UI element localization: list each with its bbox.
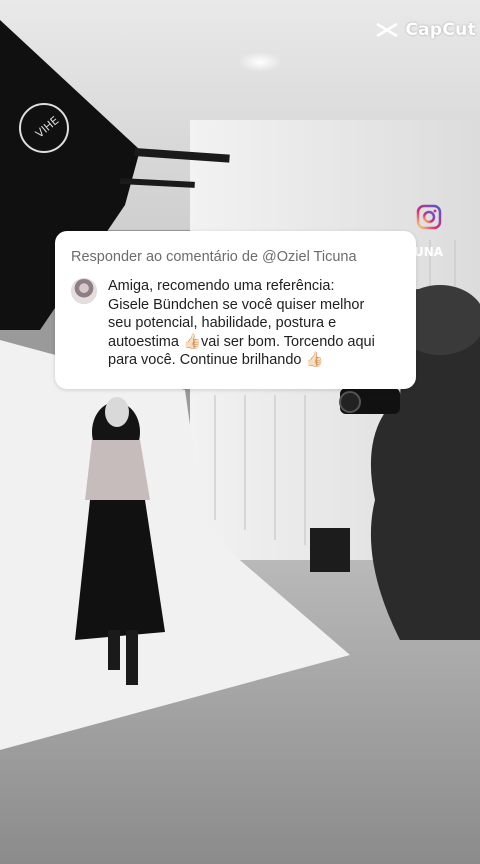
capcut-watermark: CapCut [375, 20, 476, 40]
comment-line: Gisele Bündchen se você quiser melhor [108, 296, 365, 313]
comment-line: para você. Continue brilhando 👍🏻 [108, 352, 324, 369]
reply-header: Responder ao comentário de @Oziel Ticuna [71, 249, 357, 265]
photo-studio-background: VIHE [0, 0, 480, 864]
comment-text: Amiga, recomendo uma referência: Gisele … [108, 277, 402, 370]
comment-line: Amiga, recomendo uma referência: [108, 278, 335, 294]
instagram-icon[interactable] [416, 204, 442, 230]
capcut-brand-text: CapCut [405, 20, 476, 40]
capcut-logo-icon [376, 22, 399, 38]
comment-row: Amiga, recomendo uma referência: Gisele … [71, 277, 402, 370]
user-avatar[interactable] [71, 278, 97, 304]
instagram-handle-fragment: UNA [414, 245, 444, 259]
comment-line: autoestima 👍🏻vai ser bom. Torcendo aqui [108, 333, 375, 350]
comment-line: seu potencial, habilidade, postura e [108, 315, 337, 332]
reply-comment-sticker[interactable]: Responder ao comentário de @Oziel Ticuna… [55, 231, 416, 389]
